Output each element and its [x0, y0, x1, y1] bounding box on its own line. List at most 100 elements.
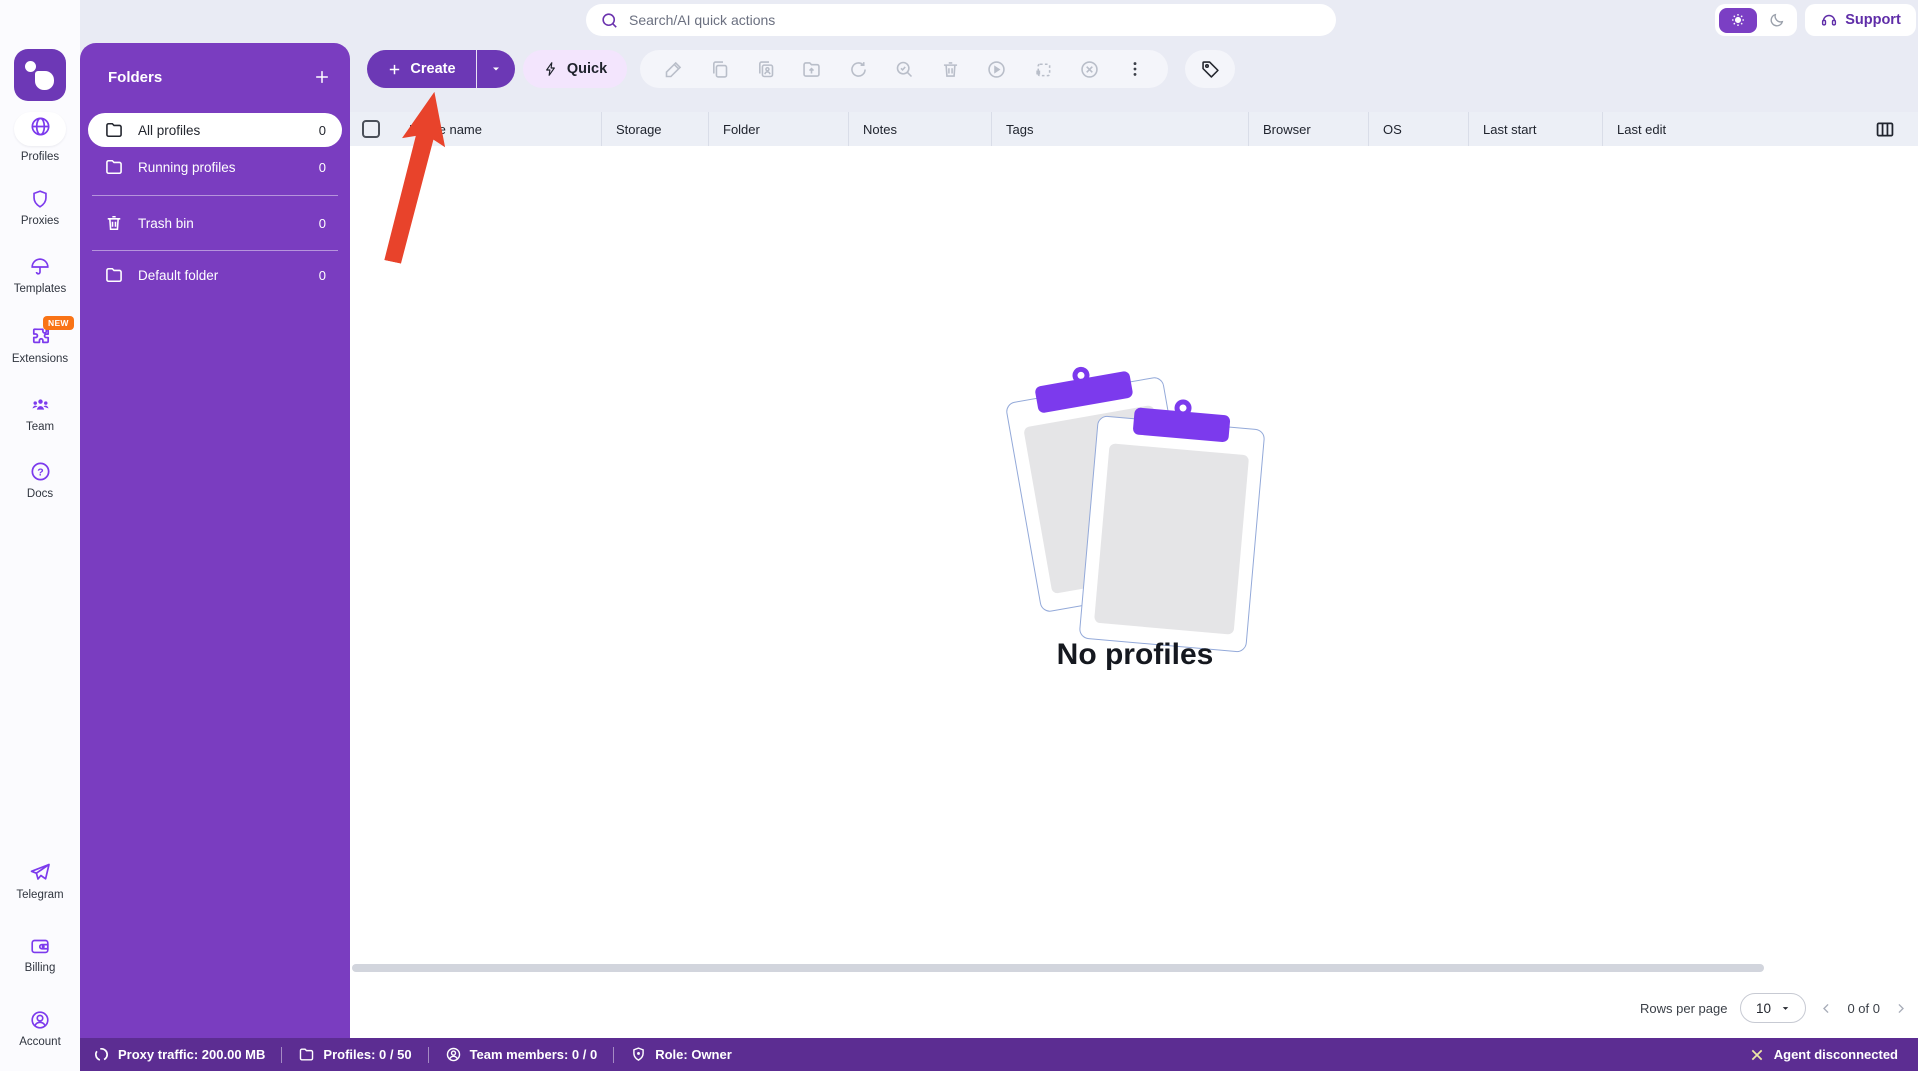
folders-title: Folders	[108, 69, 162, 86]
column-header-tags[interactable]: Tags	[991, 112, 1248, 146]
sidebar-item-label: Telegram	[0, 889, 80, 901]
person-icon	[445, 1046, 462, 1063]
sidebar-item-account[interactable]: Account	[0, 1009, 80, 1048]
status-bar: Proxy traffic: 200.00 MB Profiles: 0 / 5…	[80, 1038, 1918, 1071]
folder-icon	[298, 1046, 315, 1063]
quick-button[interactable]: Quick	[523, 50, 627, 88]
sidebar-item-profiles[interactable]: Profiles	[0, 112, 80, 163]
sidebar-item-label: Docs	[0, 488, 80, 500]
agent-status-text: Agent disconnected	[1774, 1047, 1898, 1062]
sidebar-item-team[interactable]: Team	[0, 393, 80, 433]
folder-item-default-folder[interactable]: Default folder 0	[88, 258, 342, 292]
trash-icon	[104, 213, 124, 233]
dark-theme-button[interactable]	[1761, 8, 1793, 33]
search-bar[interactable]	[586, 4, 1336, 36]
folder-item-count: 0	[319, 216, 326, 231]
sidebar-item-telegram[interactable]: Telegram	[0, 860, 80, 901]
folder-item-running-profiles[interactable]: Running profiles 0	[88, 150, 342, 184]
folders-panel: Folders All profiles 0 Running profiles …	[80, 43, 350, 1038]
tags-button[interactable]	[1185, 50, 1235, 88]
proxy-traffic-icon	[93, 1046, 110, 1063]
tag-icon	[1200, 59, 1221, 80]
light-theme-button[interactable]	[1719, 8, 1757, 33]
column-header-notes[interactable]: Notes	[848, 112, 991, 146]
new-badge: NEW	[43, 316, 74, 330]
folder-icon	[104, 265, 124, 285]
add-folder-button[interactable]	[308, 63, 336, 91]
column-header-profile-name[interactable]: Profile name	[395, 112, 601, 146]
move-to-folder-icon[interactable]	[801, 59, 822, 80]
plus-icon	[387, 62, 402, 77]
sidebar-item-label: Extensions	[0, 353, 80, 365]
folder-icon	[104, 120, 124, 140]
column-header-last-edit[interactable]: Last edit	[1602, 112, 1780, 146]
chevron-down-icon	[490, 63, 502, 75]
profile-actions-toolbar	[640, 50, 1168, 88]
column-header-browser[interactable]: Browser	[1248, 112, 1368, 146]
sidebar-item-templates[interactable]: Templates	[0, 256, 80, 295]
table-header: Profile name Storage Folder Notes Tags B…	[350, 112, 1918, 146]
create-button-group: Create	[367, 50, 515, 88]
sidebar-item-label: Billing	[0, 962, 80, 974]
logo-blob	[35, 71, 54, 90]
left-nav-rail: Profiles Proxies Templates NEW Extension…	[0, 0, 80, 1071]
sidebar-item-proxies[interactable]: Proxies	[0, 188, 80, 227]
previous-page-button[interactable]	[1819, 1001, 1834, 1016]
sun-icon	[1730, 12, 1746, 28]
sidebar-item-billing[interactable]: Billing	[0, 935, 80, 974]
support-button[interactable]: Support	[1805, 4, 1916, 36]
globe-icon	[29, 115, 52, 138]
folder-item-count: 0	[319, 160, 326, 175]
clipboard-clip	[1133, 407, 1231, 442]
copy-icon[interactable]	[709, 59, 730, 80]
sidebar-item-label: Account	[0, 1036, 80, 1048]
svg-text:?: ?	[37, 466, 43, 478]
column-header-os[interactable]: OS	[1368, 112, 1468, 146]
support-label: Support	[1845, 12, 1901, 28]
clipboard-paper	[1094, 443, 1249, 635]
team-members-status: Team members: 0 / 0	[445, 1046, 598, 1063]
app-logo[interactable]	[14, 49, 66, 101]
sidebar-item-extensions[interactable]: NEW Extensions	[0, 325, 80, 365]
empty-state-title: No profiles	[950, 638, 1320, 672]
horizontal-scrollbar[interactable]	[352, 964, 1764, 972]
wallet-icon	[0, 935, 80, 957]
select-all-checkbox[interactable]	[362, 120, 380, 138]
column-header-storage[interactable]: Storage	[601, 112, 708, 146]
divider	[92, 195, 338, 196]
agent-status[interactable]: Agent disconnected	[1749, 1047, 1898, 1063]
folder-item-label: Running profiles	[138, 160, 236, 175]
sidebar-item-label: Proxies	[0, 215, 80, 227]
next-page-button[interactable]	[1893, 1001, 1908, 1016]
team-icon	[0, 393, 80, 416]
delete-icon[interactable]	[940, 59, 961, 80]
clone-profile-icon[interactable]	[755, 59, 776, 80]
sidebar-item-docs[interactable]: ? Docs	[0, 460, 80, 500]
moon-icon	[1769, 12, 1785, 28]
profiles-quota-status: Profiles: 0 / 50	[298, 1046, 411, 1063]
folder-item-trash-bin[interactable]: Trash bin 0	[88, 206, 342, 240]
clipboard-illustration-front	[1079, 415, 1266, 653]
check-proxy-icon[interactable]	[894, 59, 915, 80]
refresh-icon[interactable]	[848, 59, 869, 80]
role-text: Role: Owner	[655, 1047, 732, 1062]
column-header-last-start[interactable]: Last start	[1468, 112, 1602, 146]
folder-icon	[104, 157, 124, 177]
edit-icon[interactable]	[663, 59, 684, 80]
create-dropdown-button[interactable]	[477, 50, 515, 88]
create-button[interactable]: Create	[367, 50, 476, 88]
search-icon	[600, 11, 619, 30]
select-icon[interactable]	[1033, 59, 1054, 80]
folder-item-label: All profiles	[138, 123, 200, 138]
folder-item-all-profiles[interactable]: All profiles 0	[88, 113, 342, 147]
columns-settings-icon[interactable]	[1874, 119, 1896, 140]
start-icon[interactable]	[986, 59, 1007, 80]
bolt-icon	[543, 61, 559, 77]
more-icon[interactable]	[1125, 59, 1145, 79]
search-input[interactable]	[629, 12, 1322, 28]
cancel-icon[interactable]	[1079, 59, 1100, 80]
rows-per-page-select[interactable]: 10	[1740, 993, 1806, 1023]
headset-icon	[1820, 11, 1838, 29]
column-header-folder[interactable]: Folder	[708, 112, 848, 146]
divider	[281, 1047, 282, 1063]
